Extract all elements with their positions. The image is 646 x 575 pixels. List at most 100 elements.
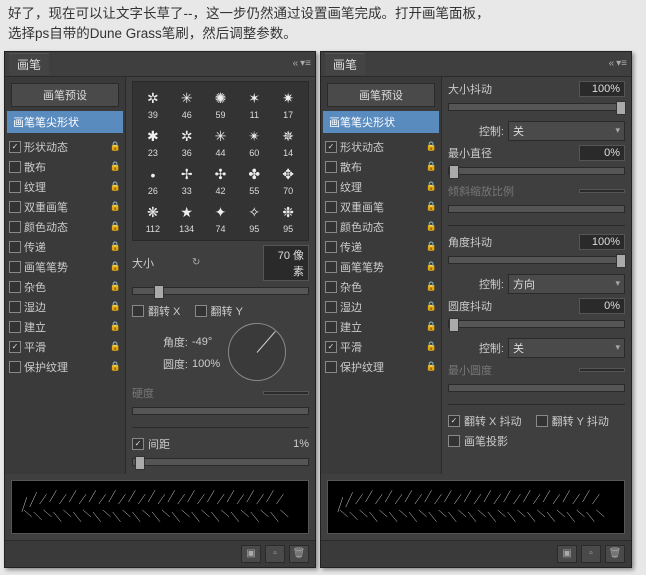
sidebar-item-brush-pose[interactable]: 画笔笔势🔒	[321, 257, 441, 277]
lock-icon[interactable]: 🔒	[110, 161, 121, 172]
brush-thumbnail[interactable]: ✦74	[205, 200, 237, 236]
sidebar-item-protect-texture[interactable]: 保护纹理🔒	[5, 357, 125, 377]
lock-icon[interactable]: 🔒	[110, 261, 121, 272]
brush-thumbnail[interactable]: ✧95	[238, 200, 270, 236]
panel-title[interactable]: 画笔	[9, 53, 49, 75]
lock-icon[interactable]: 🔒	[110, 341, 121, 352]
brush-thumbnail[interactable]: ✺59	[205, 86, 237, 122]
delete-brush-icon[interactable]: 🗑	[605, 545, 625, 563]
checkbox-icon[interactable]	[9, 221, 21, 233]
sidebar-item-shape-dynamics[interactable]: 形状动态🔒	[321, 137, 441, 157]
lock-icon[interactable]: 🔒	[426, 261, 437, 272]
sidebar-item-transfer[interactable]: 传递🔒	[321, 237, 441, 257]
sidebar-item-color-dynamics[interactable]: 颜色动态🔒	[321, 217, 441, 237]
checkbox-icon[interactable]	[9, 161, 21, 173]
delete-brush-icon[interactable]: 🗑	[289, 545, 309, 563]
spacing-slider[interactable]	[132, 458, 309, 466]
checkbox-icon[interactable]	[325, 261, 337, 273]
lock-icon[interactable]: 🔒	[426, 241, 437, 252]
flip-y-checkbox[interactable]	[195, 305, 207, 317]
roundness-jitter-value[interactable]: 0%	[579, 298, 625, 314]
sidebar-item-smoothing[interactable]: 平滑🔒	[5, 337, 125, 357]
checkbox-icon[interactable]	[9, 341, 21, 353]
panel-collapse-icon[interactable]: «	[609, 58, 615, 69]
spacing-checkbox[interactable]	[132, 438, 144, 450]
roundness-control-dropdown[interactable]: 关	[508, 338, 625, 358]
angle-control-dropdown[interactable]: 方向	[508, 274, 625, 294]
sidebar-item-build-up[interactable]: 建立🔒	[5, 317, 125, 337]
checkbox-icon[interactable]	[325, 341, 337, 353]
lock-icon[interactable]: 🔒	[110, 221, 121, 232]
brush-thumbnail[interactable]: ✶11	[238, 86, 270, 122]
sidebar-item-transfer[interactable]: 传递🔒	[5, 237, 125, 257]
checkbox-icon[interactable]	[325, 141, 337, 153]
roundness-jitter-slider[interactable]	[448, 320, 625, 328]
sidebar-item-protect-texture[interactable]: 保护纹理🔒	[321, 357, 441, 377]
checkbox-icon[interactable]	[325, 201, 337, 213]
size-slider[interactable]	[132, 287, 309, 295]
brush-thumbnail[interactable]: ✱23	[137, 124, 169, 160]
angle-jitter-slider[interactable]	[448, 256, 625, 264]
brush-thumbnail[interactable]: ✳46	[171, 86, 203, 122]
sidebar-item-noise[interactable]: 杂色🔒	[5, 277, 125, 297]
toggle-preview-icon[interactable]: ▣	[241, 545, 261, 563]
checkbox-icon[interactable]	[325, 281, 337, 293]
checkbox-icon[interactable]	[325, 301, 337, 313]
brush-thumbnail[interactable]: ✳44	[205, 124, 237, 160]
brush-thumbnail[interactable]: ❉95	[272, 200, 304, 236]
checkbox-icon[interactable]	[9, 301, 21, 313]
min-diameter-value[interactable]: 0%	[579, 145, 625, 161]
sidebar-item-texture[interactable]: 纹理🔒	[5, 177, 125, 197]
panel-menu-icon[interactable]: ▾≡	[300, 58, 311, 69]
lock-icon[interactable]: 🔒	[426, 201, 437, 212]
brush-thumbnail[interactable]: ✲36	[171, 124, 203, 160]
checkbox-icon[interactable]	[9, 201, 21, 213]
flip-x-checkbox[interactable]	[132, 305, 144, 317]
lock-icon[interactable]: 🔒	[110, 241, 121, 252]
lock-icon[interactable]: 🔒	[426, 181, 437, 192]
lock-icon[interactable]: 🔒	[110, 201, 121, 212]
angle-jitter-value[interactable]: 100%	[579, 234, 625, 250]
brush-tip-shape-tab[interactable]: 画笔笔尖形状	[323, 111, 439, 133]
brush-projection-checkbox[interactable]	[448, 435, 460, 447]
size-jitter-value[interactable]: 100%	[579, 81, 625, 97]
sidebar-item-shape-dynamics[interactable]: 形状动态🔒	[5, 137, 125, 157]
checkbox-icon[interactable]	[9, 261, 21, 273]
brush-presets-button[interactable]: 画笔预设	[327, 83, 435, 107]
checkbox-icon[interactable]	[9, 361, 21, 373]
sidebar-item-texture[interactable]: 纹理🔒	[321, 177, 441, 197]
lock-icon[interactable]: 🔒	[426, 161, 437, 172]
roundness-value[interactable]: 100%	[192, 358, 220, 370]
panel-title[interactable]: 画笔	[325, 53, 365, 75]
sidebar-item-noise[interactable]: 杂色🔒	[321, 277, 441, 297]
brush-tip-shape-tab[interactable]: 画笔笔尖形状	[7, 111, 123, 133]
new-brush-icon[interactable]: ▫	[265, 545, 285, 563]
sidebar-item-scattering[interactable]: 散布🔒	[321, 157, 441, 177]
checkbox-icon[interactable]	[325, 181, 337, 193]
brush-thumbnail[interactable]: •26	[137, 162, 169, 198]
checkbox-icon[interactable]	[325, 361, 337, 373]
flip-y-jitter-checkbox[interactable]	[536, 415, 548, 427]
angle-widget[interactable]	[228, 323, 286, 381]
sidebar-item-dual-brush[interactable]: 双重画笔🔒	[321, 197, 441, 217]
sidebar-item-color-dynamics[interactable]: 颜色动态🔒	[5, 217, 125, 237]
brush-thumbnail[interactable]: ✷17	[272, 86, 304, 122]
toggle-preview-icon[interactable]: ▣	[557, 545, 577, 563]
lock-icon[interactable]: 🔒	[110, 181, 121, 192]
brush-thumbnail[interactable]: ✣42	[205, 162, 237, 198]
brush-thumbnail[interactable]: ✴60	[238, 124, 270, 160]
brush-thumbnail[interactable]: ✵14	[272, 124, 304, 160]
sidebar-item-smoothing[interactable]: 平滑🔒	[321, 337, 441, 357]
panel-menu-icon[interactable]: ▾≡	[616, 58, 627, 69]
sidebar-item-dual-brush[interactable]: 双重画笔🔒	[5, 197, 125, 217]
size-jitter-slider[interactable]	[448, 103, 625, 111]
lock-icon[interactable]: 🔒	[110, 361, 121, 372]
checkbox-icon[interactable]	[325, 221, 337, 233]
brush-thumbnail[interactable]: ✤55	[238, 162, 270, 198]
checkbox-icon[interactable]	[325, 241, 337, 253]
checkbox-icon[interactable]	[9, 241, 21, 253]
lock-icon[interactable]: 🔒	[110, 141, 121, 152]
brush-thumbnail[interactable]: ✥70	[272, 162, 304, 198]
sidebar-item-scattering[interactable]: 散布🔒	[5, 157, 125, 177]
sidebar-item-brush-pose[interactable]: 画笔笔势🔒	[5, 257, 125, 277]
